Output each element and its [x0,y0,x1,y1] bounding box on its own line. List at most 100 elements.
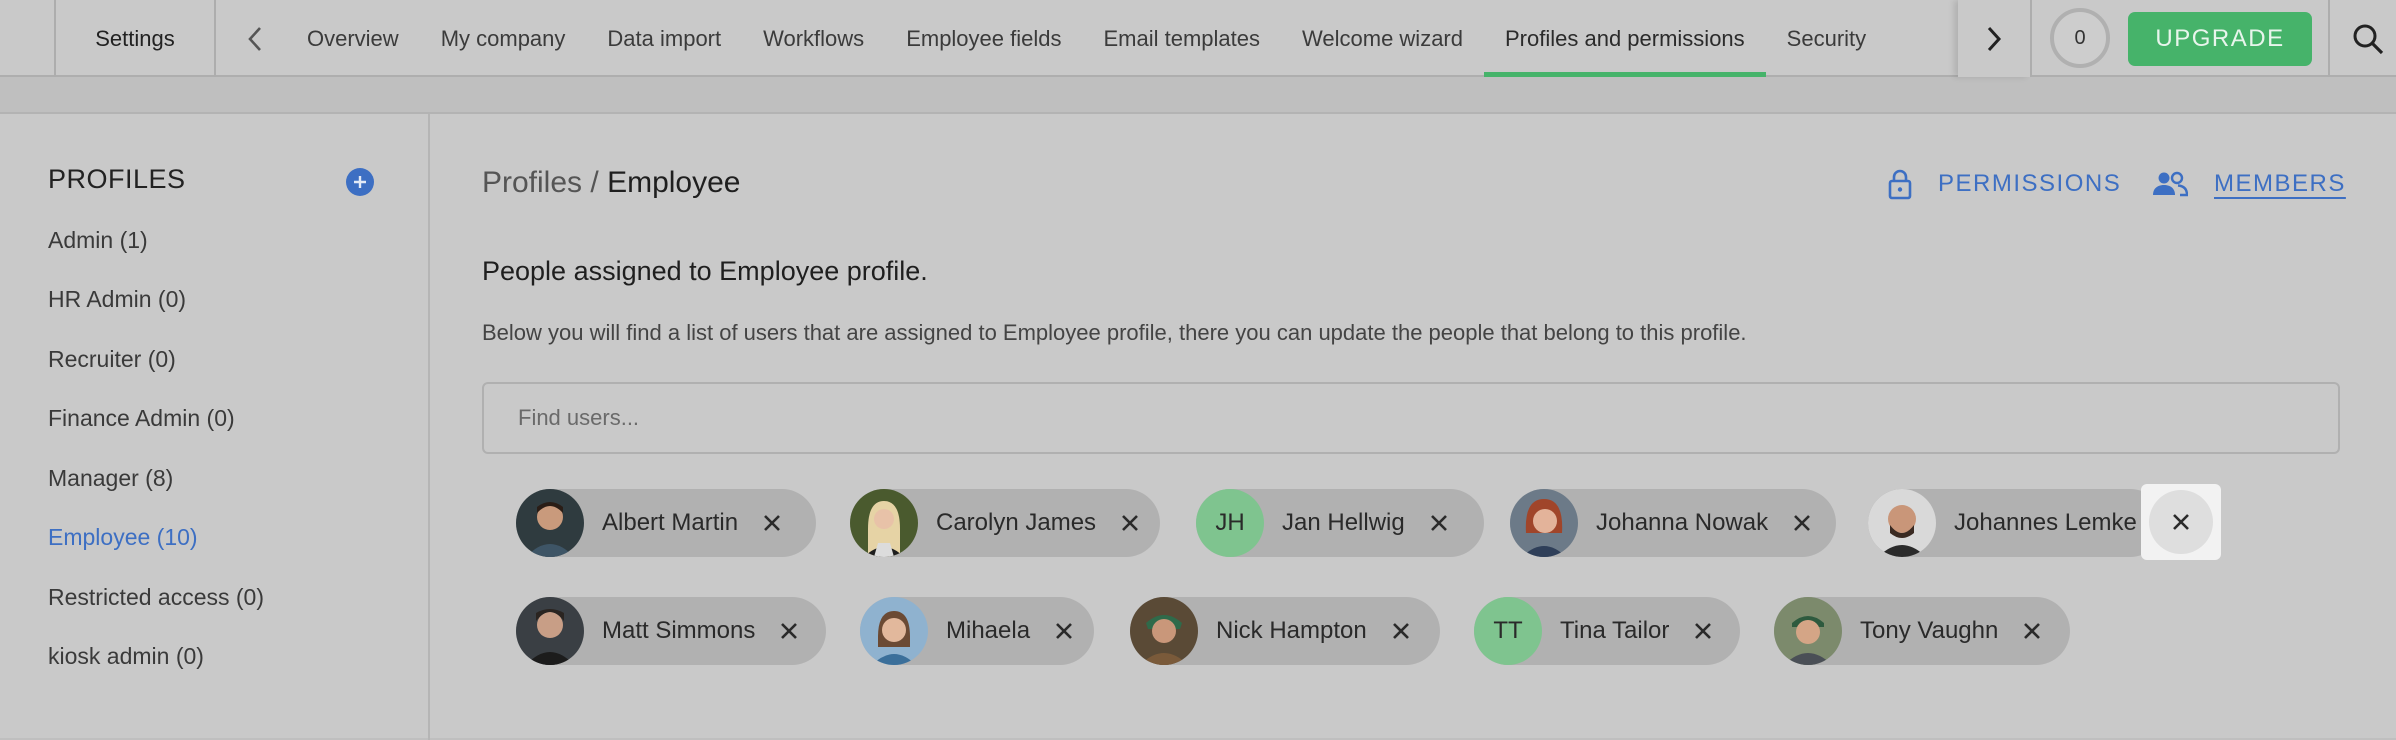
close-icon [1122,515,1138,531]
remove-member-button[interactable] [769,611,809,651]
tab-profiles-and-permissions[interactable]: Profiles and permissions [1484,0,1766,77]
tab-my-company[interactable]: My company [420,0,587,77]
profiles-panel: PROFILES Admin (1) HR Admin (0) Recruite… [0,112,2396,740]
members-tab[interactable]: MEMBERS [2152,164,2346,204]
close-icon [1695,623,1712,639]
tab-employee-fields[interactable]: Employee fields [885,0,1082,77]
breadcrumb: Profiles / Employee [482,166,740,200]
close-icon [1430,515,1447,531]
member-name: Tina Tailor [1560,617,1670,644]
avatar [850,489,918,557]
member-name: Nick Hampton [1216,617,1367,644]
remove-member-button[interactable] [1381,611,1421,651]
tab-welcome-wizard[interactable]: Welcome wizard [1281,0,1484,77]
close-icon [781,623,798,639]
remove-member-button[interactable] [1044,611,1084,651]
close-icon [1794,515,1811,531]
member-name: Tony Vaughn [1860,617,1999,644]
member-name: Jan Hellwig [1282,509,1405,536]
remove-member-button[interactable] [1419,503,1459,543]
permissions-tab[interactable]: PERMISSIONS [1888,164,2121,204]
members-label: MEMBERS [2214,170,2346,197]
tab-workflows[interactable]: Workflows [742,0,885,77]
avatar [1774,597,1842,665]
member-name: Johannes Lemke [1954,509,2137,536]
tabs-scroll-left-button[interactable] [230,0,280,77]
member-name: Johanna Nowak [1596,509,1769,536]
avatar [1510,489,1578,557]
member-chip: TT Tina Tailor [1474,597,1740,665]
avatar [1130,597,1198,665]
member-chip: Johannes Lemke [1868,489,2164,557]
top-navigation-bar: Settings Overview My company Data import… [0,0,2396,77]
plus-icon [354,176,366,188]
profiles-sidebar: PROFILES Admin (1) HR Admin (0) Recruite… [0,114,430,740]
sidebar-item-finance-admin[interactable]: Finance Admin (0) [48,405,235,432]
close-icon [764,515,780,531]
settings-title: Settings [95,25,175,51]
remove-member-button[interactable] [1782,503,1822,543]
global-search-button[interactable] [2340,0,2396,77]
sidebar-item-admin[interactable]: Admin (1) [48,227,148,254]
member-chip: Matt Simmons [516,597,826,665]
profiles-heading: PROFILES [48,164,186,194]
avatar-initials: JH [1196,489,1264,557]
settings-tabs: Overview My company Data import Workflow… [286,0,1958,77]
sidebar-item-recruiter[interactable]: Recruiter (0) [48,346,176,373]
permissions-label: PERMISSIONS [1938,170,2122,197]
tab-security[interactable]: Security [1766,0,1887,77]
member-chip: Johanna Nowak [1510,489,1836,557]
sidebar-item-employee[interactable]: Employee (10) [48,524,198,551]
avatar [516,597,584,665]
remove-member-button[interactable] [1110,503,1150,543]
people-icon [2153,171,2188,197]
sidebar-item-restricted-access[interactable]: Restricted access (0) [48,584,264,611]
divider [2030,0,2032,77]
member-name: Albert Martin [602,509,739,536]
remove-member-button-focus-ring [2149,490,2213,554]
close-icon [2024,623,2041,639]
lock-icon [1888,169,1912,200]
avatar-initials: TT [1474,597,1542,665]
sidebar-item-hr-admin[interactable]: HR Admin (0) [48,286,186,313]
close-icon [1056,623,1072,639]
chevron-right-icon [1987,26,2002,51]
section-title: People assigned to Employee profile. [482,256,928,286]
tab-email-templates[interactable]: Email templates [1083,0,1282,77]
member-name: Matt Simmons [602,617,756,644]
divider [2328,0,2330,77]
breadcrumb-separator: / [582,166,608,199]
member-chip: Carolyn James [850,489,1160,557]
search-icon [2353,24,2384,54]
remove-member-button[interactable] [1683,611,1723,651]
sidebar-item-manager[interactable]: Manager (8) [48,465,173,492]
avatar [860,597,928,665]
profile-detail: Profiles / Employee PERMISSIONS MEMBERS … [432,114,2396,740]
member-chip: Albert Martin [516,489,816,557]
remove-member-button[interactable] [2141,484,2221,560]
avatar [1868,489,1936,557]
member-name: Mihaela [946,617,1031,644]
sidebar-item-kiosk-admin[interactable]: kiosk admin (0) [48,643,204,670]
member-chip: JH Jan Hellwig [1196,489,1484,557]
breadcrumb-current: Employee [607,166,741,199]
member-chip: Nick Hampton [1130,597,1440,665]
close-icon [1392,623,1409,639]
section-description: Below you will find a list of users that… [482,320,1747,345]
tab-data-import[interactable]: Data import [586,0,742,77]
close-icon [2173,514,2189,530]
add-profile-button[interactable] [346,168,374,196]
remove-member-button[interactable] [752,503,792,543]
find-users-input[interactable] [482,382,2340,454]
tabs-scroll-right-button[interactable] [1958,0,2030,77]
breadcrumb-parent[interactable]: Profiles [482,166,582,199]
upgrade-button[interactable]: UPGRADE [2128,12,2312,66]
member-name: Carolyn James [936,509,1097,536]
divider [214,0,216,77]
member-chip: Tony Vaughn [1774,597,2070,665]
remove-member-button[interactable] [2012,611,2052,651]
notification-counter[interactable]: 0 [2050,8,2110,68]
tab-overview[interactable]: Overview [286,0,420,77]
chevron-left-icon [248,26,261,51]
member-chip: Mihaela [860,597,1094,665]
